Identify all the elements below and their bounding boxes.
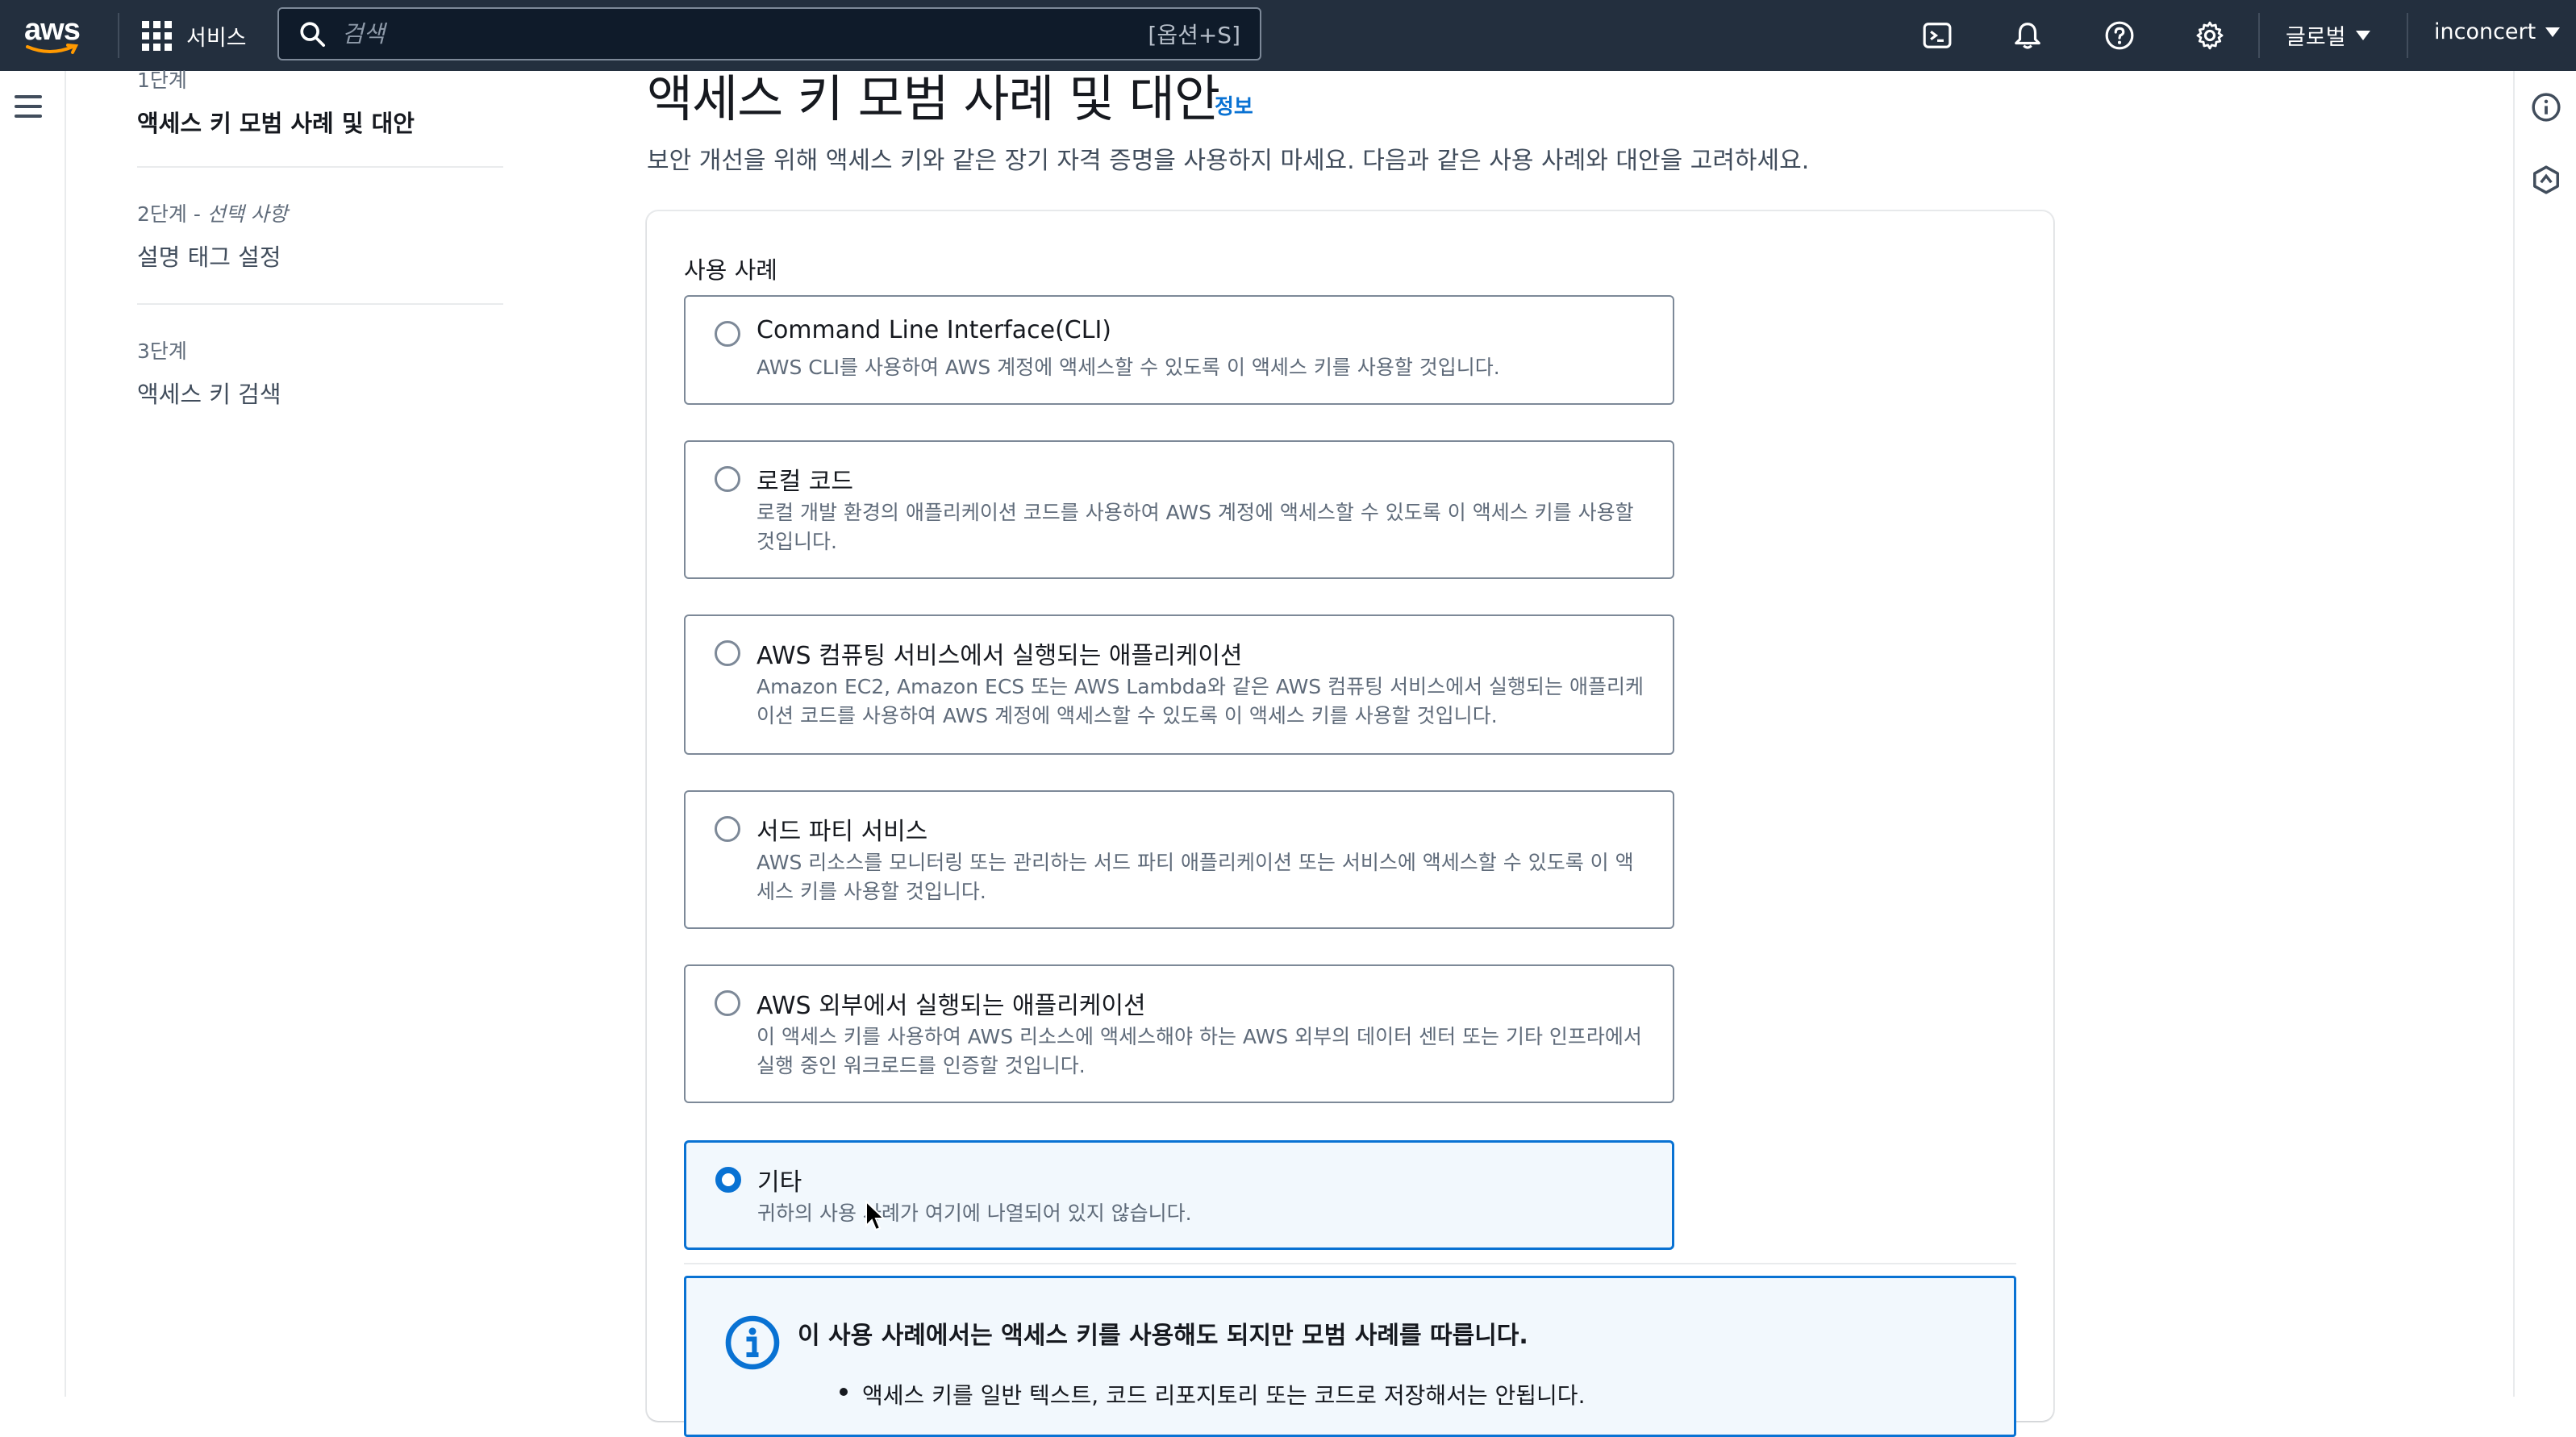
search-shortcut: [옵션+S] — [1148, 22, 1240, 48]
account-menu[interactable]: inconcert — [2434, 19, 2561, 44]
radio-button-selected[interactable] — [715, 1167, 741, 1193]
step-2-label: 2단계 - 선택 사항 — [137, 202, 288, 226]
step-divider — [137, 303, 503, 305]
mouse-pointer-icon — [865, 1200, 886, 1231]
usecase-label: 사용 사례 — [684, 256, 777, 284]
usecase-title: 서드 파티 서비스 — [757, 818, 928, 846]
settings-gear-icon[interactable] — [2192, 18, 2228, 53]
step-divider — [137, 166, 503, 168]
usecase-option-outside-aws[interactable]: AWS 외부에서 실행되는 애플리케이션 이 액세스 키를 사용하여 AWS 리… — [684, 964, 1674, 1103]
alert-bullet: 액세스 키를 일반 텍스트, 코드 리포지토리 또는 코드로 저장해서는 안됩니… — [840, 1378, 1585, 1410]
nav-divider — [2258, 13, 2260, 58]
usecase-description: 로컬 개발 환경의 애플리케이션 코드를 사용하여 AWS 계정에 액세스할 수… — [757, 501, 1634, 553]
radio-button[interactable] — [715, 990, 740, 1016]
alert-title: 이 사용 사례에서는 액세스 키를 사용해도 되지만 모범 사례를 따릅니다. — [798, 1322, 1528, 1350]
caret-down-icon — [2355, 30, 2370, 40]
step-3-title[interactable]: 액세스 키 검색 — [137, 376, 281, 410]
help-icon[interactable] — [2102, 18, 2137, 53]
hexagon-feedback-icon[interactable] — [2531, 165, 2561, 195]
cloudshell-icon[interactable] — [1919, 18, 1955, 53]
usecase-option-cli[interactable]: Command Line Interface(CLI) AWS CLI를 사용하… — [684, 295, 1674, 405]
nav-divider — [2407, 13, 2408, 58]
usecase-description: 이 액세스 키를 사용하여 AWS 리소스에 액세스해야 하는 AWS 외부의 … — [757, 1025, 1642, 1077]
notifications-bell-icon[interactable] — [2010, 18, 2045, 53]
page-description: 보안 개선을 위해 액세스 키와 같은 장기 자격 증명을 사용하지 마세요. … — [647, 147, 1810, 175]
usecase-description: AWS CLI를 사용하여 AWS 계정에 액세스할 수 있도록 이 액세스 키… — [757, 356, 1500, 379]
menu-hamburger-icon[interactable] — [15, 95, 42, 118]
usecase-title: 로컬 코드 — [757, 468, 853, 496]
radio-button[interactable] — [715, 640, 740, 666]
usecase-description: AWS 리소스를 모니터링 또는 관리하는 서드 파티 애플리케이션 또는 서비… — [757, 851, 1634, 903]
divider — [684, 1263, 2016, 1264]
step-1: 1단계 액세스 키 모범 사례 및 대안 — [137, 65, 415, 139]
right-rail — [2513, 71, 2576, 1397]
usecase-option-third-party[interactable]: 서드 파티 서비스 AWS 리소스를 모니터링 또는 관리하는 서드 파티 애플… — [684, 790, 1674, 929]
region-selector[interactable]: 글로벌 — [2286, 19, 2370, 51]
info-circle-icon[interactable] — [2531, 92, 2561, 123]
usecase-description: 귀하의 사용 사례가 여기에 나열되어 있지 않습니다. — [757, 1202, 1192, 1225]
services-label: 서비스 — [186, 25, 247, 51]
usecase-option-aws-compute[interactable]: AWS 컴퓨팅 서비스에서 실행되는 애플리케이션 Amazon EC2, Am… — [684, 614, 1674, 755]
step-2: 2단계 - 선택 사항 설명 태그 설정 — [137, 198, 288, 273]
info-alert: 이 사용 사례에서는 액세스 키를 사용해도 되지만 모범 사례를 따릅니다. … — [684, 1276, 2016, 1437]
nav-divider — [118, 13, 119, 58]
usecase-option-other[interactable]: 기타 귀하의 사용 사례가 여기에 나열되어 있지 않습니다. — [684, 1140, 1674, 1250]
usecase-title: AWS 외부에서 실행되는 애플리케이션 — [757, 992, 1146, 1020]
info-link[interactable]: 정보 — [1215, 90, 1253, 120]
top-navigation: aws 서비스 [옵션+S] — [0, 0, 2576, 71]
info-circle-icon — [725, 1315, 780, 1370]
usecase-title: AWS 컴퓨팅 서비스에서 실행되는 애플리케이션 — [757, 642, 1243, 670]
radio-button[interactable] — [715, 816, 740, 842]
region-label: 글로벌 — [2286, 25, 2346, 50]
radio-button[interactable] — [715, 466, 740, 492]
step-1-label: 1단계 — [137, 69, 187, 92]
account-label: inconcert — [2434, 19, 2536, 44]
caret-down-icon — [2545, 27, 2561, 37]
search-icon — [300, 22, 326, 48]
usecase-option-local-code[interactable]: 로컬 코드 로컬 개발 환경의 애플리케이션 코드를 사용하여 AWS 계정에 … — [684, 440, 1674, 579]
step-2-title[interactable]: 설명 태그 설정 — [137, 239, 288, 273]
aws-logo-text: aws — [24, 13, 81, 47]
usecase-title: Command Line Interface(CLI) — [757, 316, 1112, 344]
aws-logo[interactable]: aws — [23, 11, 87, 60]
search-bar[interactable]: [옵션+S] — [277, 7, 1261, 60]
step-3-label: 3단계 — [137, 339, 187, 363]
usecase-title: 기타 — [757, 1168, 802, 1197]
step-3: 3단계 액세스 키 검색 — [137, 335, 281, 410]
radio-button[interactable] — [715, 321, 740, 347]
services-menu-button[interactable]: 서비스 — [142, 16, 247, 55]
usecase-description: Amazon EC2, Amazon ECS 또는 AWS Lambda와 같은… — [757, 675, 1644, 727]
left-rail — [0, 71, 66, 1397]
step-1-title: 액세스 키 모범 사례 및 대안 — [137, 110, 415, 137]
page-title: 액세스 키 모범 사례 및 대안 — [647, 69, 1220, 128]
grid-icon — [142, 20, 172, 51]
search-input[interactable] — [342, 20, 1148, 48]
aws-smile-icon — [26, 44, 79, 54]
